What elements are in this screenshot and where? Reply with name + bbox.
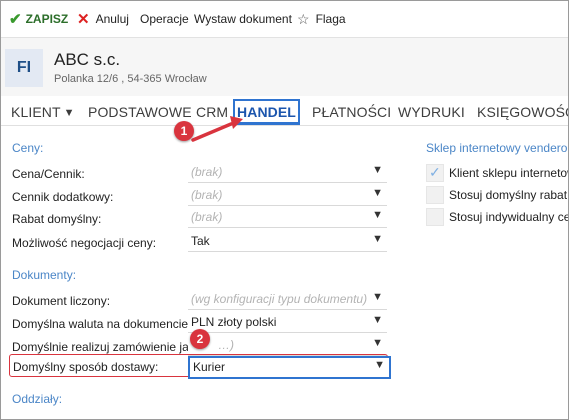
default-discount-option-label: Stosuj domyślny rabat w (449, 188, 569, 202)
flag-button[interactable]: ☆ Flaga (297, 11, 346, 27)
section-title-branches: Oddziały: (12, 392, 63, 406)
field-label-document-calculated: Dokument liczony: (12, 294, 111, 308)
default-discount-value: (brak) (191, 210, 223, 224)
close-icon: ✕ (77, 11, 90, 28)
issue-document-label: Wystaw dokument (194, 12, 292, 26)
store-client-label: Klient sklepu internetowe (449, 166, 568, 180)
delivery-method-select[interactable]: Kurier ▼ (188, 356, 391, 379)
order-fulfillment-select[interactable]: …) ▼ (188, 335, 387, 356)
price-negotiation-select[interactable]: Tak ▼ (188, 231, 387, 252)
chevron-down-icon: ▼ (372, 187, 383, 199)
field-label-default-discount: Rabat domyślny: (12, 212, 102, 226)
document-calculated-select[interactable]: (wg konfiguracji typu dokumentu) ▼ (188, 289, 387, 310)
section-title-online-store: Sklep internetowy vendero: (426, 141, 569, 155)
field-label-delivery-method: Domyślny sposób dostawy: (13, 360, 159, 374)
checkmark-icon: ✓ (429, 164, 441, 180)
field-label-default-currency: Domyślna waluta na dokumencie: (12, 317, 192, 331)
price-negotiation-value: Tak (191, 234, 210, 248)
customer-badge: FI (5, 49, 43, 87)
company-address: Polanka 12/6 , 54-365 Wrocław (54, 73, 207, 85)
cancel-label: Anuluj (95, 12, 129, 26)
chevron-down-icon: ▼ (372, 164, 383, 176)
individual-price-checkbox[interactable] (426, 208, 444, 226)
star-icon: ☆ (297, 10, 310, 27)
toolbar: ✔ ZAPISZ ✕ Anuluj Operacje Wystaw dokume… (1, 1, 568, 38)
tab-handel[interactable]: HANDEL (233, 99, 300, 125)
operations-menu[interactable]: Operacje (140, 11, 189, 27)
price-list-select[interactable]: (brak) ▼ (188, 162, 387, 183)
cancel-button[interactable]: ✕ Anuluj (77, 11, 129, 28)
operations-label: Operacje (140, 12, 189, 26)
issue-document-button[interactable]: Wystaw dokument (194, 11, 292, 27)
field-label-order-fulfillment: Domyślnie realizuj zamówienie jako: (12, 340, 205, 354)
price-list-value: (brak) (191, 165, 223, 179)
chevron-down-icon: ▼ (374, 359, 385, 371)
individual-price-option-label: Stosuj indywidualny cenn (449, 210, 568, 224)
tab-podstawowe[interactable]: PODSTAWOWE (88, 104, 192, 120)
tab-klient-label: KLIENT (11, 104, 61, 120)
store-client-checkbox[interactable]: ✓ (426, 164, 444, 182)
default-currency-select[interactable]: PLN złoty polski ▼ (188, 312, 387, 333)
chevron-down-icon: ▼ (372, 337, 383, 349)
checkmark-icon: ✔ (9, 11, 22, 28)
default-discount-select[interactable]: (brak) ▼ (188, 207, 387, 228)
chevron-down-icon: ▼ (372, 209, 383, 221)
delivery-method-value: Kurier (193, 360, 226, 374)
field-label-additional-price-list: Cennik dodatkowy: (12, 190, 114, 204)
tab-crm[interactable]: CRM (196, 104, 228, 120)
default-currency-value: PLN złoty polski (191, 315, 277, 329)
default-discount-checkbox[interactable] (426, 186, 444, 204)
tab-bar: KLIENT ▼ PODSTAWOWE CRM HANDEL PŁATNOŚCI … (1, 99, 568, 126)
additional-price-list-value: (brak) (191, 188, 223, 202)
tab-platnosci[interactable]: PŁATNOŚCI (312, 104, 391, 120)
chevron-down-icon: ▼ (372, 291, 383, 303)
save-button[interactable]: ✔ ZAPISZ (9, 11, 69, 28)
order-fulfillment-value: …) (218, 338, 234, 352)
chevron-down-icon: ▼ (63, 107, 75, 119)
tab-klient[interactable]: KLIENT ▼ (11, 104, 75, 120)
flag-label: Flaga (315, 12, 346, 26)
section-title-prices: Ceny: (12, 141, 44, 155)
field-label-price-negotiation: Możliwość negocjacji ceny: (12, 236, 157, 250)
section-title-documents: Dokumenty: (12, 268, 77, 282)
document-calculated-value: (wg konfiguracji typu dokumentu) (191, 292, 368, 306)
callout-badge-2: 2 (190, 329, 210, 349)
tab-wydruki[interactable]: WYDRUKI (398, 104, 465, 120)
field-label-price-list: Cena/Cennik: (12, 167, 85, 181)
save-label: ZAPISZ (25, 12, 69, 26)
additional-price-list-select[interactable]: (brak) ▼ (188, 185, 387, 206)
callout-badge-1: 1 (174, 121, 194, 141)
company-name: ABC s.c. (54, 50, 121, 69)
chevron-down-icon: ▼ (372, 314, 383, 326)
window: ✔ ZAPISZ ✕ Anuluj Operacje Wystaw dokume… (0, 0, 569, 420)
tab-ksiegowosc[interactable]: KSIĘGOWOŚĆ (477, 104, 568, 120)
chevron-down-icon: ▼ (372, 233, 383, 245)
